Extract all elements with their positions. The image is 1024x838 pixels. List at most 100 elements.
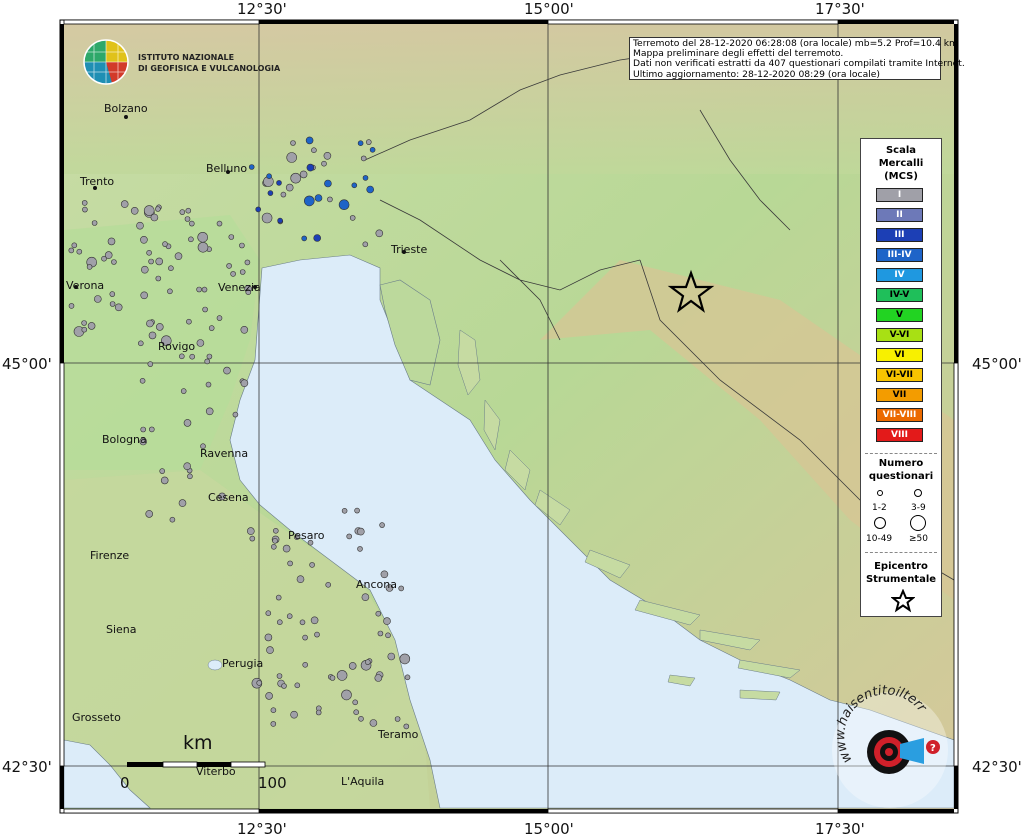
- mcs-swatch: VI: [876, 348, 923, 362]
- report-point: [365, 139, 372, 145]
- report-point: [196, 339, 205, 347]
- report-point: [71, 242, 78, 249]
- report-point: [349, 215, 356, 221]
- report-point: [86, 264, 93, 270]
- mcs-swatch: VIII: [876, 428, 923, 442]
- report-point: [159, 468, 165, 474]
- report-point: [310, 616, 319, 625]
- report-point: [149, 426, 155, 433]
- lon-label-bottom: 17°30': [815, 820, 865, 838]
- report-point: [197, 242, 209, 253]
- report-point: [309, 562, 315, 568]
- report-point: [216, 220, 223, 227]
- report-point: [167, 288, 173, 295]
- city-label: Venezia: [218, 281, 261, 294]
- report-point: [232, 411, 239, 418]
- epicenter-title: Epicentro: [874, 561, 928, 572]
- report-point: [216, 315, 223, 321]
- report-point: [140, 236, 148, 244]
- report-point: [374, 674, 383, 682]
- report-point: [387, 652, 396, 661]
- report-point: [256, 680, 263, 686]
- report-point: [202, 306, 208, 313]
- report-point: [145, 510, 153, 518]
- report-point: [205, 407, 214, 416]
- report-point: [183, 419, 192, 427]
- event-info-box: Terremoto del 28-12-2020 06:28:08 (ora l…: [629, 37, 965, 80]
- report-point: [276, 673, 283, 679]
- report-point: [276, 180, 282, 186]
- report-point: [255, 206, 262, 213]
- lon-label-bottom: 15°00': [524, 820, 574, 838]
- report-point: [313, 234, 322, 242]
- report-point: [244, 259, 251, 266]
- report-point: [109, 301, 116, 307]
- report-point: [114, 303, 123, 312]
- report-point: [338, 199, 350, 210]
- mcs-swatch: III-IV: [876, 248, 923, 262]
- count-label: 1-2: [872, 503, 887, 513]
- city-label: Pesaro: [288, 529, 325, 542]
- report-point: [76, 248, 83, 255]
- lat-label-right: 42°30': [972, 758, 1022, 776]
- report-point: [267, 190, 274, 196]
- scale-unit: km: [183, 732, 213, 754]
- city-label: Firenze: [90, 549, 129, 562]
- report-point: [302, 661, 309, 668]
- report-point: [290, 710, 298, 719]
- count-title: questionari: [868, 471, 934, 482]
- report-point: [364, 659, 371, 665]
- report-point: [266, 646, 274, 654]
- report-point: [369, 719, 378, 727]
- report-point: [186, 318, 192, 325]
- report-point: [169, 516, 176, 523]
- report-point: [120, 200, 129, 208]
- report-point: [361, 593, 370, 602]
- report-point: [136, 221, 144, 230]
- report-point: [140, 426, 146, 433]
- report-point: [327, 196, 333, 203]
- report-point: [323, 152, 332, 160]
- report-point: [188, 236, 194, 243]
- report-point: [265, 692, 273, 700]
- report-point: [357, 140, 364, 146]
- report-point: [162, 241, 168, 247]
- report-point: [179, 209, 186, 215]
- report-point: [104, 251, 113, 259]
- report-point: [94, 295, 102, 303]
- report-point: [290, 172, 302, 184]
- city-label: Perugia: [222, 657, 263, 670]
- report-point: [223, 366, 231, 375]
- report-point: [201, 286, 208, 293]
- report-point: [329, 675, 336, 681]
- city-label: Teramo: [377, 728, 419, 741]
- city-label: Trieste: [390, 243, 427, 256]
- report-point: [351, 182, 358, 189]
- report-point: [306, 163, 315, 172]
- report-point: [143, 205, 155, 216]
- report-point: [185, 207, 192, 214]
- report-point: [375, 229, 384, 238]
- city-label: Trento: [79, 175, 114, 188]
- report-point: [208, 325, 215, 331]
- count-label: 10-49: [866, 534, 893, 544]
- report-point: [248, 164, 255, 170]
- report-point: [109, 291, 116, 297]
- report-point: [187, 473, 193, 480]
- report-point: [301, 235, 308, 242]
- epicenter-title: Strumentale: [865, 574, 937, 585]
- report-point: [354, 507, 360, 514]
- report-point: [239, 242, 245, 249]
- report-point: [290, 140, 296, 146]
- report-point: [296, 575, 305, 584]
- report-point: [68, 303, 75, 309]
- report-point: [189, 353, 195, 360]
- epicenter-legend-icon: [891, 589, 915, 613]
- report-point: [249, 535, 256, 542]
- report-point: [270, 707, 277, 714]
- report-point: [366, 185, 375, 194]
- city-label: Ravenna: [200, 447, 248, 460]
- scale-start: 0: [120, 774, 130, 792]
- report-point: [266, 173, 272, 179]
- mcs-swatch: II: [876, 208, 923, 222]
